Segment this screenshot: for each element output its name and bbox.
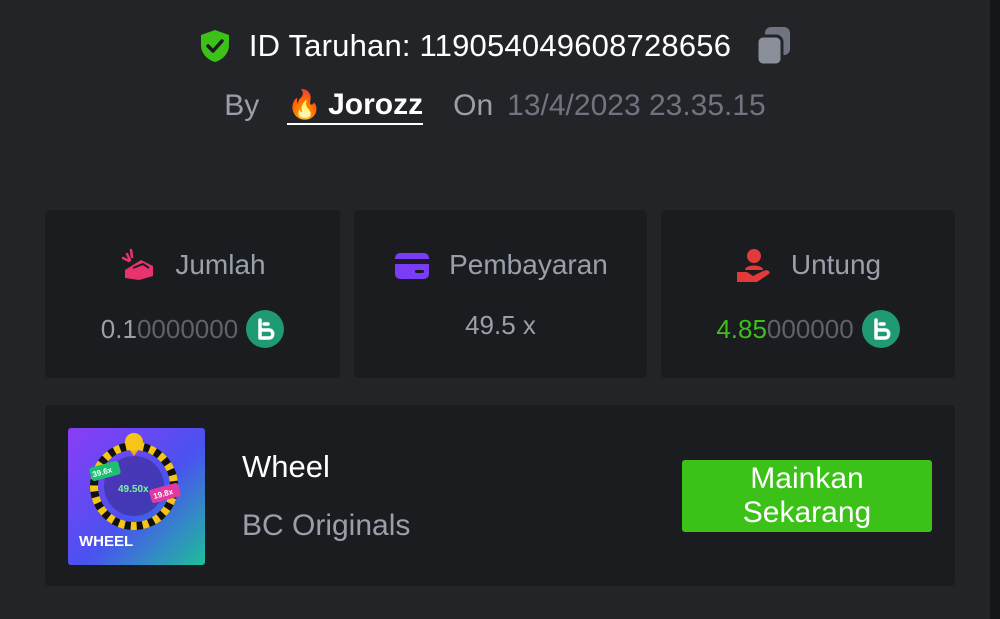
play-now-button[interactable]: Mainkan Sekarang <box>682 460 932 532</box>
game-card: 39.6x 49.50x 19.8x WHEEL Wheel BC Origin… <box>45 405 955 586</box>
bc-coin-icon <box>861 310 900 348</box>
stat-value: 49.5 x <box>465 310 536 340</box>
wheel-game-image: 39.6x 49.50x 19.8x WHEEL <box>68 428 205 565</box>
stat-card-amount: Jumlah 0.10000000 <box>45 210 340 378</box>
stat-card-profit: Untung 4.85000000 <box>661 210 955 378</box>
game-name[interactable]: Wheel <box>242 449 330 485</box>
svg-text:49.50x: 49.50x <box>118 484 149 495</box>
bet-date: 13/4/2023 23.35.15 <box>507 89 766 122</box>
card-icon <box>395 253 430 279</box>
shield-check-icon <box>200 30 229 62</box>
stat-title: Jumlah <box>175 249 266 280</box>
stat-value: 0.10000000 <box>100 313 239 344</box>
svg-text:WHEEL: WHEEL <box>79 533 133 550</box>
stat-card-payout: Pembayaran 49.5 x <box>354 210 647 378</box>
by-label: By <box>224 89 260 122</box>
user-link[interactable]: 🔥 Jorozz <box>287 87 424 125</box>
on-label: On <box>453 89 494 122</box>
money-icon <box>122 248 154 280</box>
bet-author-row: By 🔥 Jorozz On 13/4/2023 23.35.15 <box>0 84 990 128</box>
bc-coin-icon <box>246 310 285 348</box>
copy-icon[interactable] <box>755 25 793 67</box>
fire-icon: 🔥 <box>287 89 323 120</box>
game-provider: BC Originals <box>242 509 411 542</box>
profit-icon <box>736 249 770 282</box>
bet-id-row: ID Taruhan: 119054049608728656 <box>0 25 990 67</box>
stat-title: Untung <box>790 249 882 280</box>
scrollbar[interactable] <box>990 0 1000 619</box>
stat-value: 4.85000000 <box>716 313 854 344</box>
stat-title: Pembayaran <box>449 249 608 280</box>
game-thumbnail[interactable]: 39.6x 49.50x 19.8x WHEEL <box>68 428 205 565</box>
username: Jorozz <box>328 87 424 121</box>
bet-id: ID Taruhan: 119054049608728656 <box>248 28 732 63</box>
